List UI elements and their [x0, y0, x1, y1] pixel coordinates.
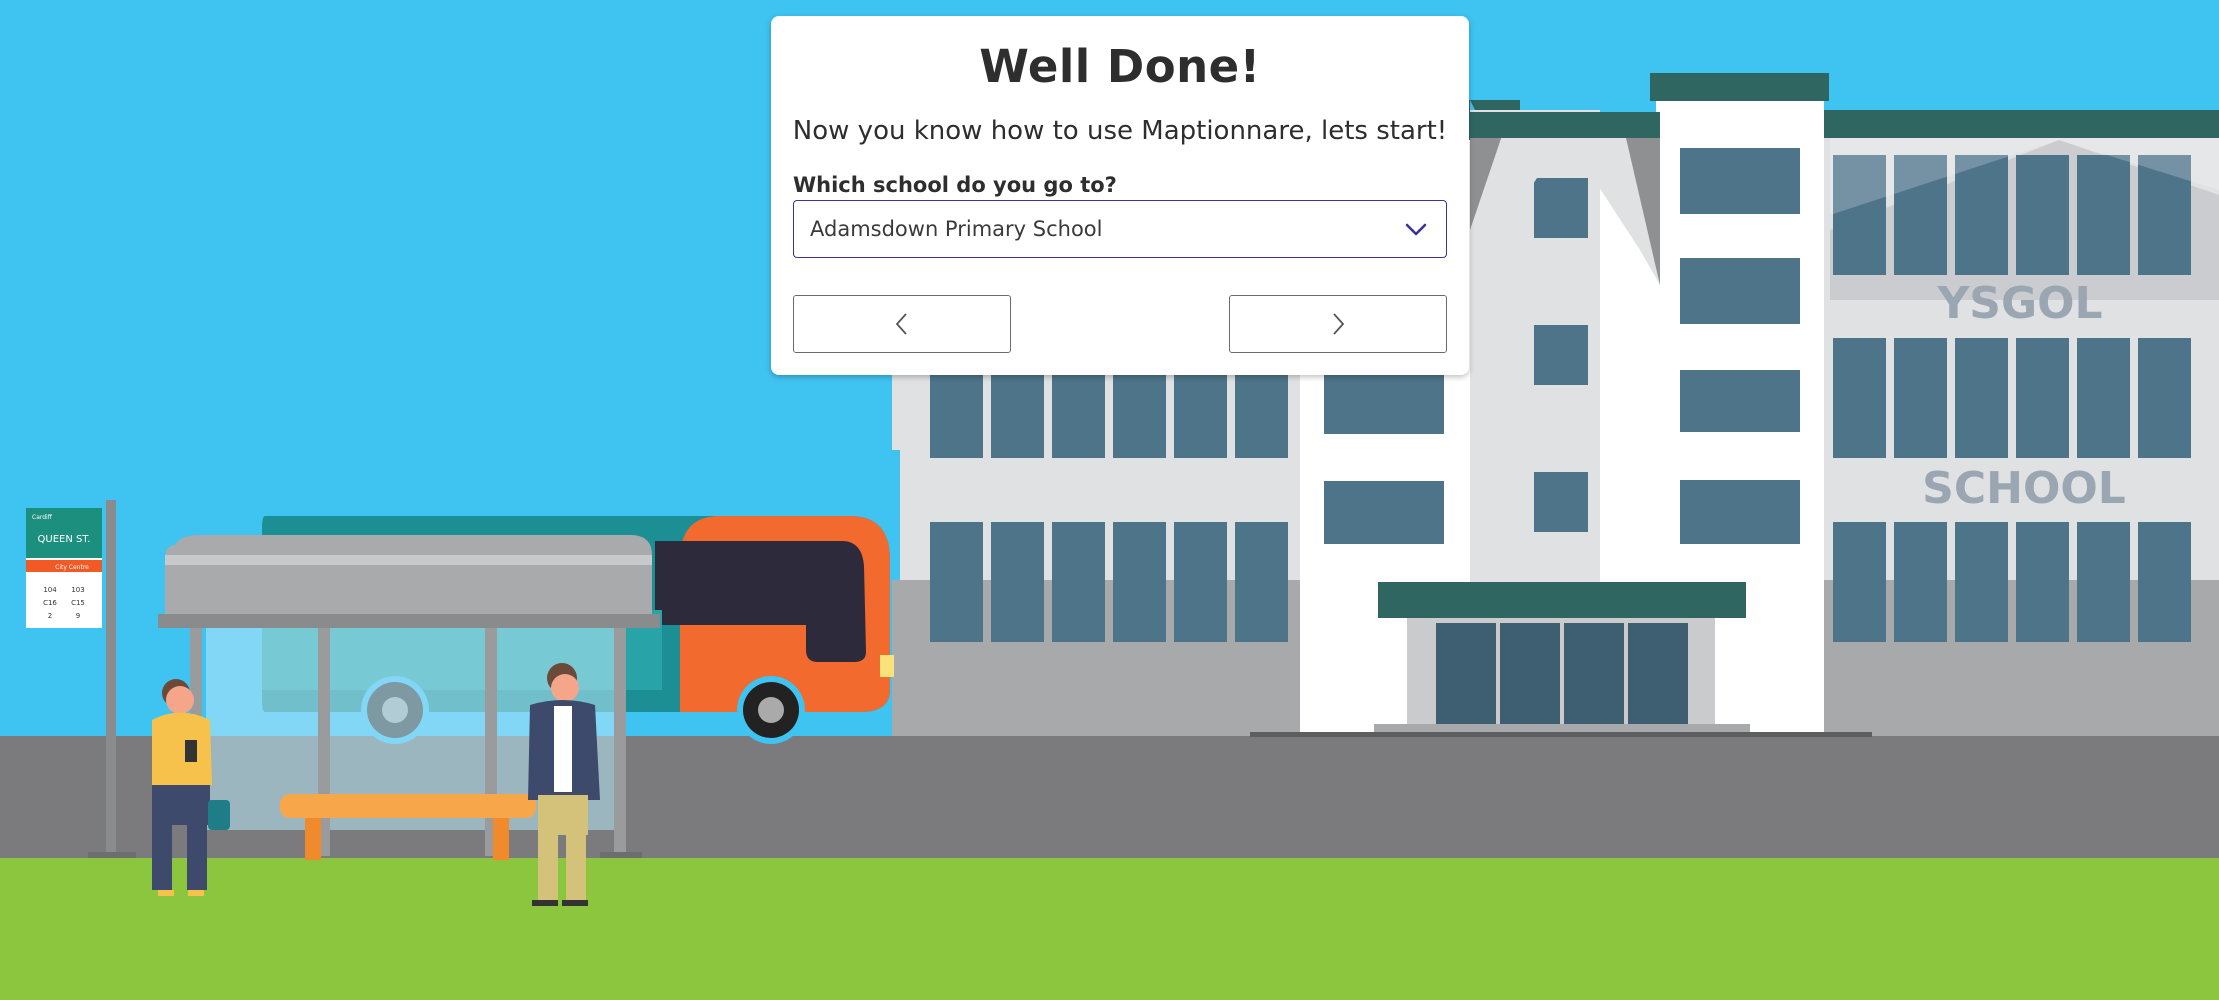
- sign-brand: Cardiff: [32, 514, 53, 521]
- onboarding-dialog: Well Done! Now you know how to use Mapti…: [771, 16, 1469, 375]
- next-button[interactable]: [1229, 295, 1447, 353]
- sign-route-label: City Centre: [55, 564, 89, 571]
- chevron-down-icon: [1405, 223, 1427, 236]
- sign-route-cell: C15: [71, 599, 85, 607]
- chevron-left-icon: [895, 313, 907, 335]
- school-select[interactable]: Adamsdown Primary School: [793, 200, 1447, 258]
- previous-button[interactable]: [793, 295, 1011, 353]
- sign-route-cell: C16: [43, 599, 57, 607]
- dialog-subtitle: Now you know how to use Maptionnare, let…: [792, 116, 1448, 146]
- sign-stop-name: QUEEN ST.: [38, 534, 91, 545]
- dialog-title: Well Done!: [979, 40, 1261, 93]
- building-sign-ysgol: YSGOL: [1936, 278, 2102, 329]
- sign-route-cell: 104: [43, 586, 57, 594]
- sign-route-cell: 2: [48, 612, 52, 620]
- sign-route-cell: 103: [71, 586, 84, 594]
- school-select-value: Adamsdown Primary School: [810, 217, 1103, 241]
- chevron-right-icon: [1333, 313, 1345, 335]
- school-question-label: Which school do you go to?: [793, 173, 1117, 197]
- building-sign-school: SCHOOL: [1922, 463, 2126, 514]
- sign-route-cell: 9: [76, 612, 80, 620]
- grass: [0, 858, 2219, 1000]
